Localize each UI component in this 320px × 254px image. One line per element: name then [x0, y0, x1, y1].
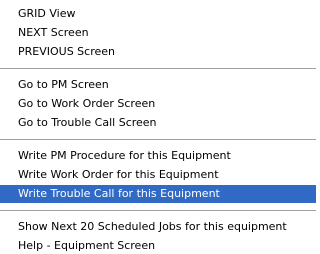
menu-item-write-trouble-call[interactable]: Write Trouble Call for this Equipment [0, 185, 316, 203]
menu-item-write-pm-procedure[interactable]: Write PM Procedure for this Equipment [0, 147, 316, 165]
menu-item-next-screen[interactable]: NEXT Screen [0, 24, 316, 42]
menu-separator [0, 139, 316, 140]
menu-item-go-to-pm-screen[interactable]: Go to PM Screen [0, 76, 316, 94]
menu-separator [0, 210, 316, 211]
menu-item-show-next-20-scheduled-jobs[interactable]: Show Next 20 Scheduled Jobs for this equ… [0, 218, 316, 236]
menu-item-grid-view[interactable]: GRID View [0, 5, 316, 23]
menu-item-help-equipment-screen[interactable]: Help - Equipment Screen [0, 237, 316, 254]
menu-item-go-to-work-order-screen[interactable]: Go to Work Order Screen [0, 95, 316, 113]
menu-item-write-work-order[interactable]: Write Work Order for this Equipment [0, 166, 316, 184]
context-menu: GRID View NEXT Screen PREVIOUS Screen Go… [0, 0, 316, 254]
menu-item-go-to-trouble-call-screen[interactable]: Go to Trouble Call Screen [0, 114, 316, 132]
menu-separator [0, 68, 316, 69]
menu-item-previous-screen[interactable]: PREVIOUS Screen [0, 43, 316, 61]
